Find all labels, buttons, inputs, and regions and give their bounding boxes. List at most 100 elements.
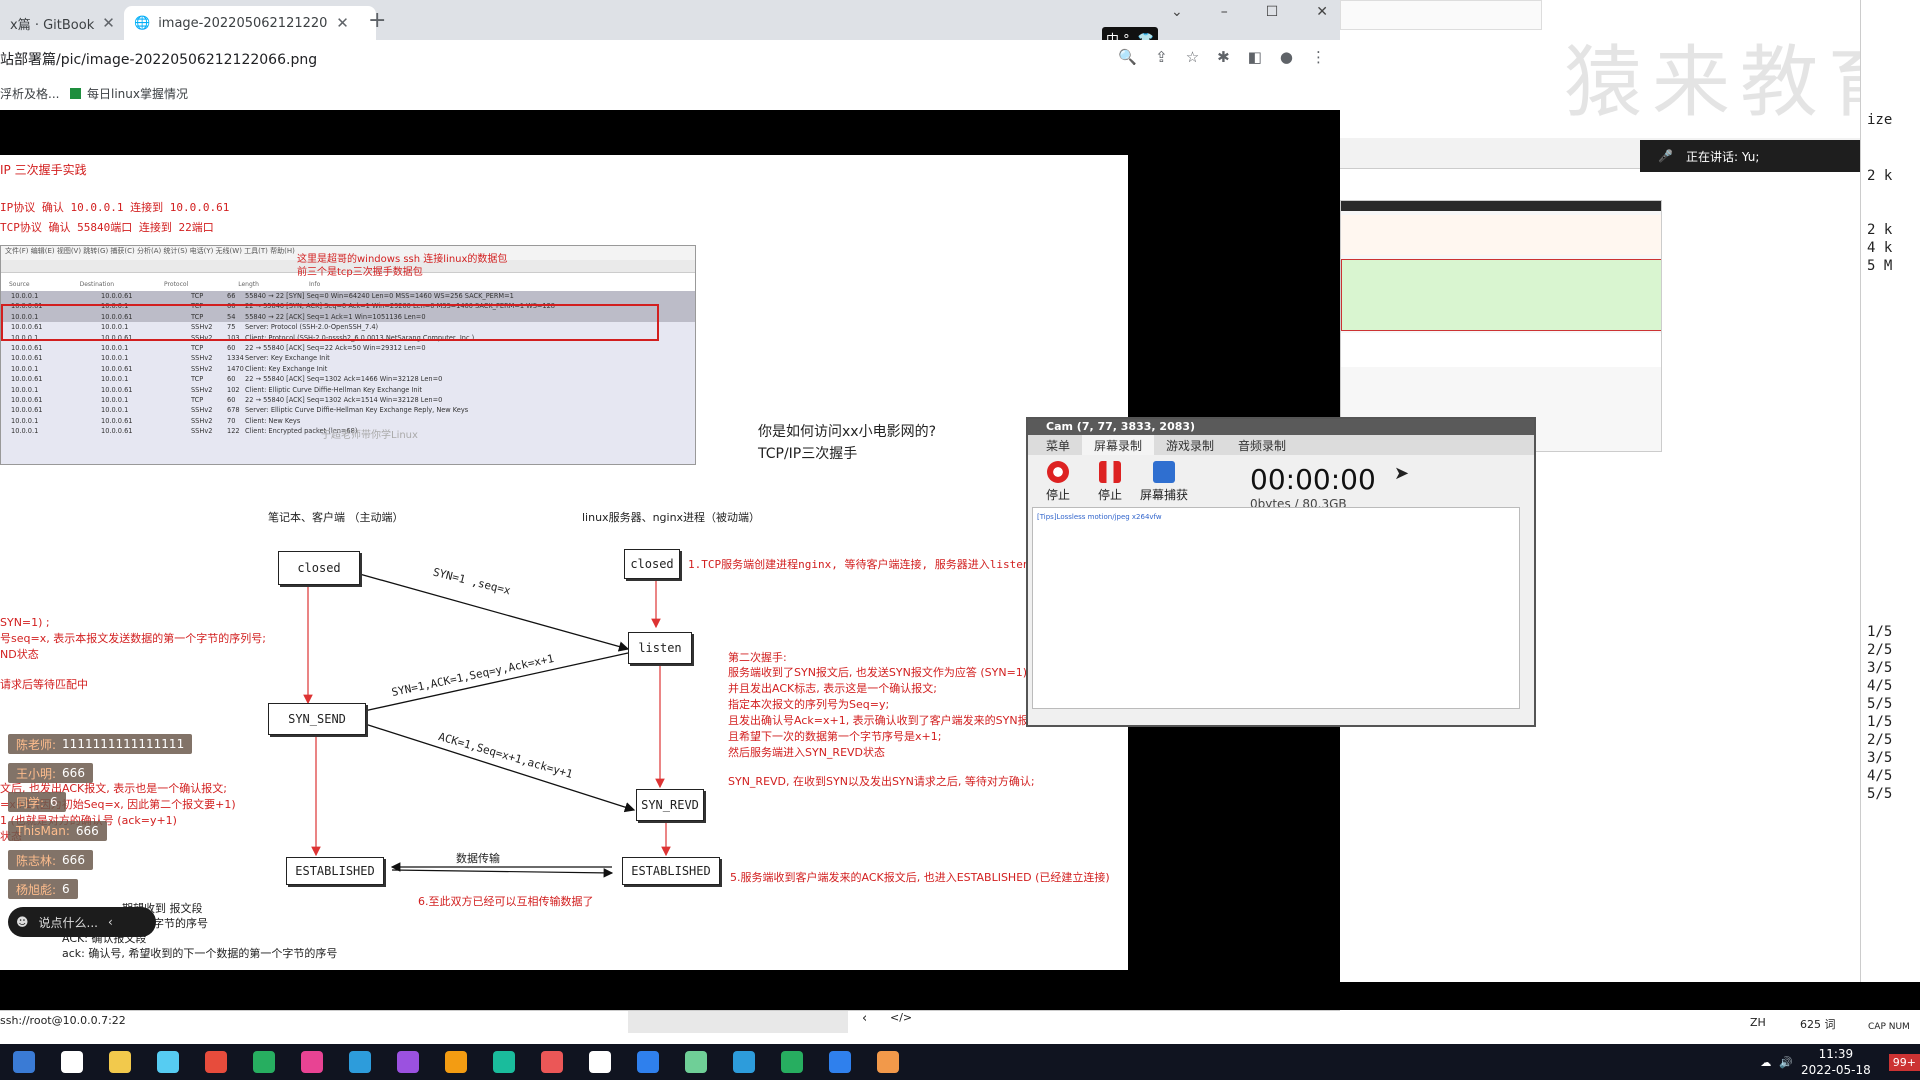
emoji-icon[interactable]: ☻: [16, 915, 29, 929]
client-notes: SYN=1) ; 号seq=x, 表示本报文发送数据的第一个字节的序列号; ND…: [0, 615, 266, 693]
second-line: 且希望下一次的数据第一个字节序号是x+1;: [728, 730, 942, 743]
chat-message: 同学: 6: [8, 792, 66, 812]
clock[interactable]: 11:39 2022-05-18: [1801, 1046, 1871, 1078]
chevron-left-icon[interactable]: ‹: [108, 915, 113, 929]
tab-label: x篇 · GitBook: [10, 17, 95, 33]
app-icon[interactable]: [205, 1051, 227, 1073]
mini-hex-view: [1340, 0, 1542, 30]
chat-text: 6: [50, 795, 58, 809]
app-icon[interactable]: [493, 1051, 515, 1073]
chat-message: 陈志林: 666: [8, 850, 93, 870]
chat-username: 同学:: [16, 795, 45, 810]
box-client-established: ESTABLISHED: [286, 857, 384, 885]
start-icon[interactable]: [13, 1051, 35, 1073]
browser-tabstrip: x篇 · GitBook ✕ 🌐 image-20220506212122066…: [0, 0, 1340, 49]
folder-icon[interactable]: [109, 1051, 131, 1073]
app-icon[interactable]: [157, 1051, 179, 1073]
chat-message: 王小明: 666: [8, 763, 93, 783]
chat-message: 陈老师: 1111111111111111: [8, 734, 193, 754]
camera-icon: [1153, 461, 1175, 483]
chat-username: 陈志林:: [16, 853, 57, 868]
second-line: 并且发出ACK标志, 表示这是一个确认报文;: [728, 682, 937, 695]
zoom-icon[interactable]: 🔍: [1118, 48, 1137, 66]
tab-game-record[interactable]: 游戏录制: [1154, 435, 1226, 455]
fraction-text: 4/5: [1867, 678, 1893, 694]
network-icon[interactable]: ☁: [1760, 1056, 1771, 1069]
app-icon[interactable]: [301, 1051, 323, 1073]
chevron-down-icon[interactable]: ⌄: [1171, 4, 1183, 20]
chat-text: 6: [62, 882, 70, 896]
new-tab-button[interactable]: +: [368, 8, 386, 33]
app-icon[interactable]: [349, 1051, 371, 1073]
globe-icon: 🌐: [134, 15, 151, 31]
clock-date: 2022-05-18: [1801, 1063, 1871, 1077]
box-client-closed: closed: [278, 551, 360, 585]
sheet-icon: [70, 88, 81, 99]
tab-audio-record[interactable]: 音频录制: [1226, 435, 1298, 455]
speaking-label: 正在讲话: Yu;: [1686, 149, 1760, 164]
fraction-text: 5/5: [1867, 786, 1893, 802]
tab-menu[interactable]: 菜单: [1034, 435, 1082, 455]
fraction-text: 3/5: [1867, 750, 1893, 766]
recorder-hint: [Tips]Lossless motion/jpeg x264vfw: [1037, 513, 1162, 521]
screenshot-button[interactable]: 屏幕捕获: [1140, 461, 1188, 503]
app-icon[interactable]: [685, 1051, 707, 1073]
notification-icon[interactable]: 99+: [1888, 1053, 1920, 1071]
url-field[interactable]: 站部署篇/pic/image-20220506212122066.png: [0, 49, 317, 69]
code-icon[interactable]: </>: [890, 1011, 912, 1024]
box-server-established: ESTABLISHED: [622, 857, 720, 885]
second-handshake-lines: 服务端收到了SYN报文后, 也发送SYN报文作为应答 (SYN=1) 并且发出A…: [728, 665, 1029, 761]
close-icon[interactable]: ✕: [102, 14, 115, 32]
maximize-button[interactable]: ☐: [1266, 4, 1279, 20]
fraction-text: 2/5: [1867, 732, 1893, 748]
pause-button[interactable]: 停止: [1098, 461, 1122, 503]
minimize-button[interactable]: –: [1221, 4, 1228, 20]
bandicam-window[interactable]: Cam (7, 77, 3833, 2083) 菜单 屏幕录制 游戏录制 音频录…: [1026, 417, 1536, 727]
fraction-text: 5/5: [1867, 696, 1893, 712]
speaking-indicator: 🎤 正在讲话: Yu;: [1640, 140, 1860, 172]
note-line: SYN=1) ;: [0, 616, 50, 629]
scrollbar[interactable]: [628, 1011, 848, 1033]
size-text: 2 k: [1867, 222, 1893, 238]
sidepanel-icon[interactable]: ◧: [1248, 48, 1262, 66]
chat-input[interactable]: ☻ 说点什么... ‹: [8, 907, 156, 937]
chrome-icon[interactable]: [781, 1051, 803, 1073]
bookmark-item[interactable]: 浮析及格...: [0, 85, 59, 102]
firefox-icon[interactable]: [877, 1051, 899, 1073]
fraction-text: 1/5: [1867, 624, 1893, 640]
close-window-button[interactable]: ✕: [1316, 4, 1328, 20]
app-icon[interactable]: [637, 1051, 659, 1073]
extensions-icon[interactable]: ✱: [1217, 48, 1230, 66]
share-icon[interactable]: ⇪: [1155, 48, 1168, 66]
record-timer: 00:00:00: [1250, 463, 1376, 496]
syn-revd-note: SYN_REVD, 在收到SYN以及发出SYN请求之后, 等待对方确认;: [728, 775, 1035, 788]
profile-icon[interactable]: ●: [1280, 48, 1293, 66]
typora-icon[interactable]: [589, 1051, 611, 1073]
chevron-left-icon[interactable]: ‹: [862, 1011, 867, 1026]
search-icon[interactable]: [61, 1051, 83, 1073]
app-icon[interactable]: [829, 1051, 851, 1073]
star-icon[interactable]: ☆: [1186, 48, 1199, 66]
close-icon[interactable]: ✕: [336, 14, 349, 32]
pause-icon: [1099, 461, 1121, 483]
app-icon[interactable]: [541, 1051, 563, 1073]
app-icon[interactable]: [445, 1051, 467, 1073]
menu-icon[interactable]: ⋮: [1311, 48, 1326, 66]
tab-gitbook[interactable]: x篇 · GitBook ✕: [0, 6, 132, 40]
volume-icon[interactable]: 🔊: [1779, 1056, 1793, 1069]
step-5: 5.服务端收到客户端发来的ACK报文后, 也进入ESTABLISHED (已经建…: [730, 871, 1110, 884]
chat-text: 666: [62, 853, 85, 867]
terminal-edge: ize 2 k 2 k 4 k 5 M 1/5 2/5 3/5 4/5 5/5 …: [1860, 0, 1920, 982]
screenshot-label: 屏幕捕获: [1140, 488, 1189, 502]
app-icon[interactable]: [733, 1051, 755, 1073]
bookmark-item[interactable]: 每日linux掌握情况: [70, 85, 188, 102]
tab-image[interactable]: 🌐 image-20220506212122066.p ✕: [124, 6, 376, 40]
chrome-icon[interactable]: [253, 1051, 275, 1073]
ime-label[interactable]: ZH: [1750, 1016, 1766, 1029]
stop-button[interactable]: 停止: [1046, 461, 1070, 503]
chat-username: 陈老师:: [16, 737, 57, 752]
size-text: 2 k: [1867, 168, 1893, 184]
fraction-text: 4/5: [1867, 768, 1893, 784]
app-icon[interactable]: [397, 1051, 419, 1073]
tab-screen-record[interactable]: 屏幕录制: [1082, 435, 1155, 455]
